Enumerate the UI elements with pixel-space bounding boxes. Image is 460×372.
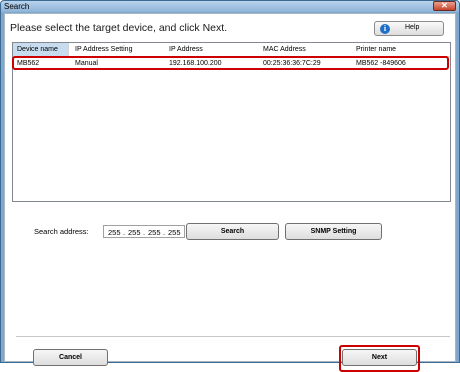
close-button[interactable]: ✕ — [433, 1, 456, 11]
cancel-button[interactable]: Cancel — [33, 349, 108, 366]
ip-dot: . — [143, 228, 146, 237]
snmp-setting-button[interactable]: SNMP Setting — [285, 223, 382, 240]
list-header: Device name IP Address Setting IP Addres… — [13, 43, 450, 57]
column-header-printer-name[interactable]: Printer name — [356, 46, 396, 53]
footer-divider — [16, 336, 450, 337]
title-bar[interactable]: Search ✕ — [1, 1, 459, 12]
help-button[interactable]: i Help — [374, 21, 444, 36]
ip-octet-2[interactable]: 255 — [128, 228, 141, 237]
ip-octet-3[interactable]: 255 — [148, 228, 161, 237]
row-highlight-frame — [12, 56, 449, 70]
ip-dot: . — [163, 228, 166, 237]
dialog-body: Please select the target device, and cli… — [4, 13, 456, 372]
search-dialog: Search ✕ Please select the target device… — [0, 0, 460, 372]
ip-octet-4[interactable]: 255 — [168, 228, 181, 237]
instruction-text: Please select the target device, and cli… — [10, 22, 228, 34]
search-address-label: Search address: — [34, 227, 89, 236]
ip-dot: . — [123, 228, 126, 237]
search-button[interactable]: Search — [186, 223, 279, 240]
column-header-ip-setting[interactable]: IP Address Setting — [75, 46, 132, 53]
help-label: Help — [405, 24, 420, 31]
device-list[interactable]: Device name IP Address Setting IP Addres… — [12, 42, 451, 202]
column-header-device-name[interactable]: Device name — [17, 46, 58, 53]
column-header-ip-address[interactable]: IP Address — [169, 46, 203, 53]
info-icon: i — [380, 24, 390, 34]
close-icon: ✕ — [441, 1, 448, 10]
window-title: Search — [4, 2, 30, 11]
ip-address-field[interactable]: 255 . 255 . 255 . 255 — [103, 225, 185, 238]
column-header-mac-address[interactable]: MAC Address — [263, 46, 306, 53]
ip-octet-1[interactable]: 255 — [108, 228, 121, 237]
next-highlight-frame — [339, 345, 420, 372]
